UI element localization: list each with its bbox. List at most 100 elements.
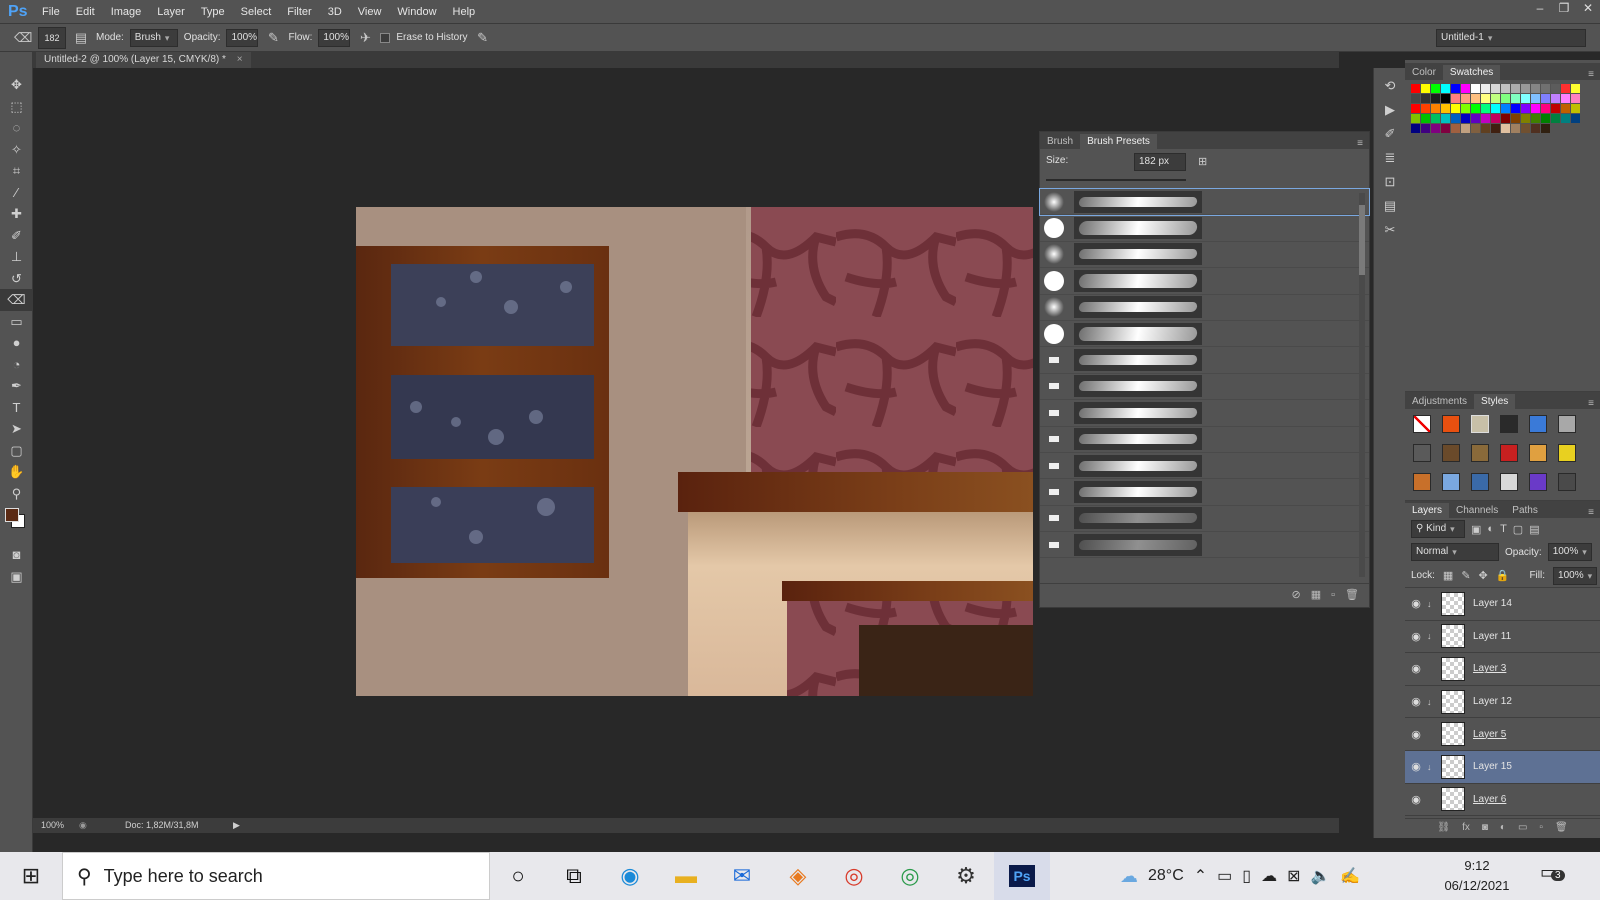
path-select-tool-icon[interactable]: ➤ <box>0 418 33 440</box>
layer-name[interactable]: Layer 3 <box>1473 663 1506 674</box>
color-swatch[interactable] <box>1571 94 1580 103</box>
fx-icon[interactable]: fx <box>1462 822 1470 833</box>
color-swatch[interactable] <box>1451 124 1460 133</box>
filter-adjust-icon[interactable]: ◐ <box>1487 523 1494 535</box>
color-swatch[interactable] <box>1411 124 1420 133</box>
clock[interactable]: 9:12 06/12/2021 <box>1432 856 1522 896</box>
close-tab-icon[interactable]: × <box>237 54 243 65</box>
color-swatch[interactable] <box>1501 104 1510 113</box>
color-swatch[interactable] <box>1461 114 1470 123</box>
blur-tool-icon[interactable]: ● <box>0 332 33 354</box>
color-swatch[interactable] <box>1411 94 1420 103</box>
foreground-color[interactable] <box>5 508 19 522</box>
color-swatch[interactable] <box>1421 114 1430 123</box>
menu-help[interactable]: Help <box>445 6 484 18</box>
lock-image-icon[interactable]: ✎ <box>1461 569 1470 582</box>
layer-name[interactable]: Layer 14 <box>1473 598 1512 609</box>
style-none[interactable] <box>1413 415 1431 433</box>
color-swatch[interactable] <box>1541 114 1550 123</box>
task-view-icon[interactable]: ⧉ <box>546 852 602 900</box>
color-swatch[interactable] <box>1471 104 1480 113</box>
color-swatch[interactable] <box>1501 84 1510 93</box>
battery-icon[interactable]: ▭ <box>1217 866 1232 886</box>
color-swatch[interactable] <box>1531 84 1540 93</box>
swatches-grid[interactable] <box>1405 80 1600 392</box>
opacity-input[interactable]: 100% <box>226 28 259 47</box>
style-swatch[interactable] <box>1500 415 1519 433</box>
tab-paths[interactable]: Paths <box>1505 503 1545 518</box>
color-swatch[interactable] <box>1471 84 1480 93</box>
erase-history-checkbox[interactable] <box>380 32 391 43</box>
tab-layers[interactable]: Layers <box>1405 503 1450 518</box>
layer-thumbnail[interactable] <box>1441 656 1465 681</box>
new-layer-icon[interactable]: ▫ <box>1539 822 1543 833</box>
color-swatch[interactable] <box>1441 84 1450 93</box>
layer-thumbnail[interactable] <box>1441 689 1465 714</box>
brush-preset-item[interactable] <box>1040 479 1369 506</box>
color-swatch[interactable] <box>1421 124 1430 133</box>
visibility-eye-icon[interactable]: ◉ <box>1405 597 1427 610</box>
menu-3d[interactable]: 3D <box>320 6 350 18</box>
style-swatch[interactable] <box>1471 415 1490 433</box>
fill-input[interactable]: 100% <box>1553 566 1598 585</box>
color-swatch[interactable] <box>1471 114 1480 123</box>
color-swatch[interactable] <box>1501 124 1510 133</box>
color-swatch[interactable] <box>1461 124 1470 133</box>
tray-expand-icon[interactable]: ⌃ <box>1194 866 1207 886</box>
color-swatch[interactable] <box>1421 94 1430 103</box>
file-explorer-icon[interactable]: ▬ <box>658 852 714 900</box>
photoshop-taskbar-icon[interactable]: Ps <box>994 852 1050 900</box>
color-swatch[interactable] <box>1521 124 1530 133</box>
color-swatch[interactable] <box>1521 94 1530 103</box>
menu-window[interactable]: Window <box>389 6 444 18</box>
visibility-eye-icon[interactable]: ◉ <box>1405 760 1427 773</box>
weather-icon[interactable]: ☁ <box>1120 866 1138 887</box>
notes-icon[interactable]: ▤ <box>1374 194 1406 218</box>
restore-icon[interactable]: ❐ <box>1552 0 1576 23</box>
menu-view[interactable]: View <box>350 6 390 18</box>
shape-tool-icon[interactable]: ▢ <box>0 440 33 462</box>
layer-thumbnail[interactable] <box>1441 787 1465 812</box>
device-icon[interactable]: ▯ <box>1242 866 1251 886</box>
chrome-profile-icon[interactable]: ◎ <box>882 852 938 900</box>
clone-source-icon[interactable]: ⊡ <box>1374 170 1406 194</box>
onedrive-icon[interactable]: ☁ <box>1261 866 1277 886</box>
volume-icon[interactable]: 🔈 <box>1311 866 1331 886</box>
color-swatch[interactable] <box>1451 114 1460 123</box>
layer-name[interactable]: Layer 12 <box>1473 696 1512 707</box>
color-swatch[interactable] <box>1501 114 1510 123</box>
taskbar-search[interactable]: ⚲ Type here to search <box>62 852 490 900</box>
visibility-eye-icon[interactable]: ◉ <box>1405 728 1427 741</box>
style-swatch[interactable] <box>1500 444 1519 462</box>
toggle-brush-panel-icon[interactable]: ⊘ <box>1292 588 1301 601</box>
zoom-level[interactable]: 100% <box>41 818 64 833</box>
color-swatch[interactable] <box>1521 84 1530 93</box>
hand-tool-icon[interactable]: ✋ <box>0 461 33 483</box>
brush-preset-item[interactable] <box>1040 374 1369 401</box>
color-swatch[interactable] <box>1541 104 1550 113</box>
layer-opacity-input[interactable]: 100% <box>1547 543 1592 561</box>
close-icon[interactable]: ✕ <box>1576 0 1600 23</box>
style-swatch[interactable] <box>1529 415 1548 433</box>
quick-select-tool-icon[interactable]: ✧ <box>0 139 33 161</box>
brush-panel-toggle-icon[interactable]: ▤ <box>72 30 90 46</box>
color-swatch[interactable] <box>1551 84 1560 93</box>
layer-name[interactable]: Layer 5 <box>1473 729 1506 740</box>
document-tab[interactable]: Untitled-2 @ 100% (Layer 15, CMYK/8) * × <box>36 52 251 68</box>
menu-file[interactable]: File <box>34 6 68 18</box>
color-swatch[interactable] <box>1481 124 1490 133</box>
layer-thumbnail[interactable] <box>1441 722 1465 747</box>
dodge-tool-icon[interactable]: ◔ <box>0 354 33 376</box>
brush-preset-item[interactable] <box>1040 215 1369 242</box>
style-swatch[interactable] <box>1442 415 1461 433</box>
brush-preset-item[interactable] <box>1040 268 1369 295</box>
stamp-tool-icon[interactable]: ⊥ <box>0 246 33 268</box>
menu-edit[interactable]: Edit <box>68 6 103 18</box>
layer-row[interactable]: ◉ ↓ Layer 12 <box>1405 686 1600 719</box>
menu-filter[interactable]: Filter <box>279 6 319 18</box>
color-swatch[interactable] <box>1481 84 1490 93</box>
layer-row[interactable]: ◉ Layer 3 <box>1405 653 1600 686</box>
visibility-eye-icon[interactable]: ◉ <box>1405 695 1427 708</box>
brush-preset-item[interactable] <box>1040 242 1369 269</box>
layer-row[interactable]: ◉ ↓ Layer 15 <box>1405 750 1600 784</box>
